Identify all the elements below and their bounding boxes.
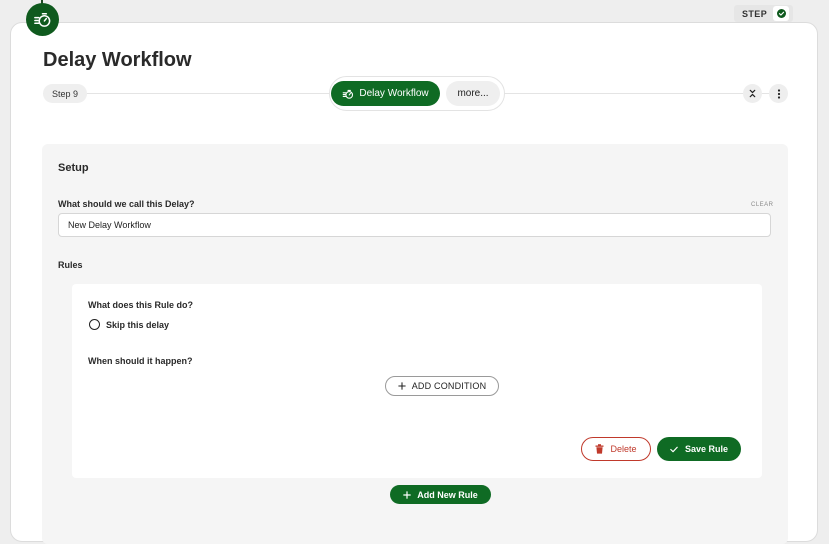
- setup-title: Setup: [58, 162, 89, 174]
- timer-icon: [343, 89, 354, 99]
- skip-delay-option[interactable]: Skip this delay: [89, 319, 169, 330]
- plus-icon: [397, 382, 406, 390]
- skip-delay-label: Skip this delay: [106, 319, 170, 330]
- add-new-rule-button[interactable]: Add New Rule: [390, 485, 491, 504]
- page-title: Delay Workflow: [43, 49, 192, 71]
- rule-action-question: What does this Rule do?: [88, 300, 193, 310]
- add-condition-button[interactable]: ADD CONDITION: [385, 376, 499, 396]
- step-number-pill: Step 9: [43, 84, 88, 103]
- delete-rule-button[interactable]: Delete: [581, 437, 651, 461]
- plus-icon: [403, 490, 412, 499]
- check-icon: [670, 446, 678, 452]
- step-card: Delay Workflow Step 9 Delay Workflow mor…: [10, 22, 818, 544]
- delay-name-label: What should we call this Delay?: [58, 199, 195, 209]
- save-rule-label: Save Rule: [684, 444, 729, 454]
- delay-name-input[interactable]: [58, 213, 771, 237]
- collapse-button[interactable]: [743, 84, 762, 103]
- step-badge-label: STEP: [742, 8, 768, 19]
- step-timer-icon: [26, 3, 59, 36]
- rule-condition-question: When should it happen?: [88, 356, 193, 366]
- kebab-menu-icon: [777, 88, 780, 99]
- check-icon: [773, 6, 790, 21]
- radio-button[interactable]: [89, 319, 100, 330]
- tab-delay-workflow-label: Delay Workflow: [359, 88, 429, 99]
- tab-delay-workflow[interactable]: Delay Workflow: [331, 81, 440, 106]
- add-new-rule-label: Add New Rule: [417, 489, 478, 500]
- trash-icon: [595, 444, 604, 454]
- save-rule-button[interactable]: Save Rule: [657, 437, 741, 461]
- step-status-badge: STEP: [734, 5, 794, 22]
- more-options-button[interactable]: [769, 84, 788, 103]
- collapse-icon: [749, 89, 756, 98]
- delete-label: Delete: [610, 444, 637, 454]
- rules-label: Rules: [58, 260, 83, 270]
- clear-button[interactable]: CLEAR: [751, 202, 774, 208]
- tab-more[interactable]: more...: [446, 81, 500, 106]
- add-condition-label: ADD CONDITION: [411, 381, 487, 391]
